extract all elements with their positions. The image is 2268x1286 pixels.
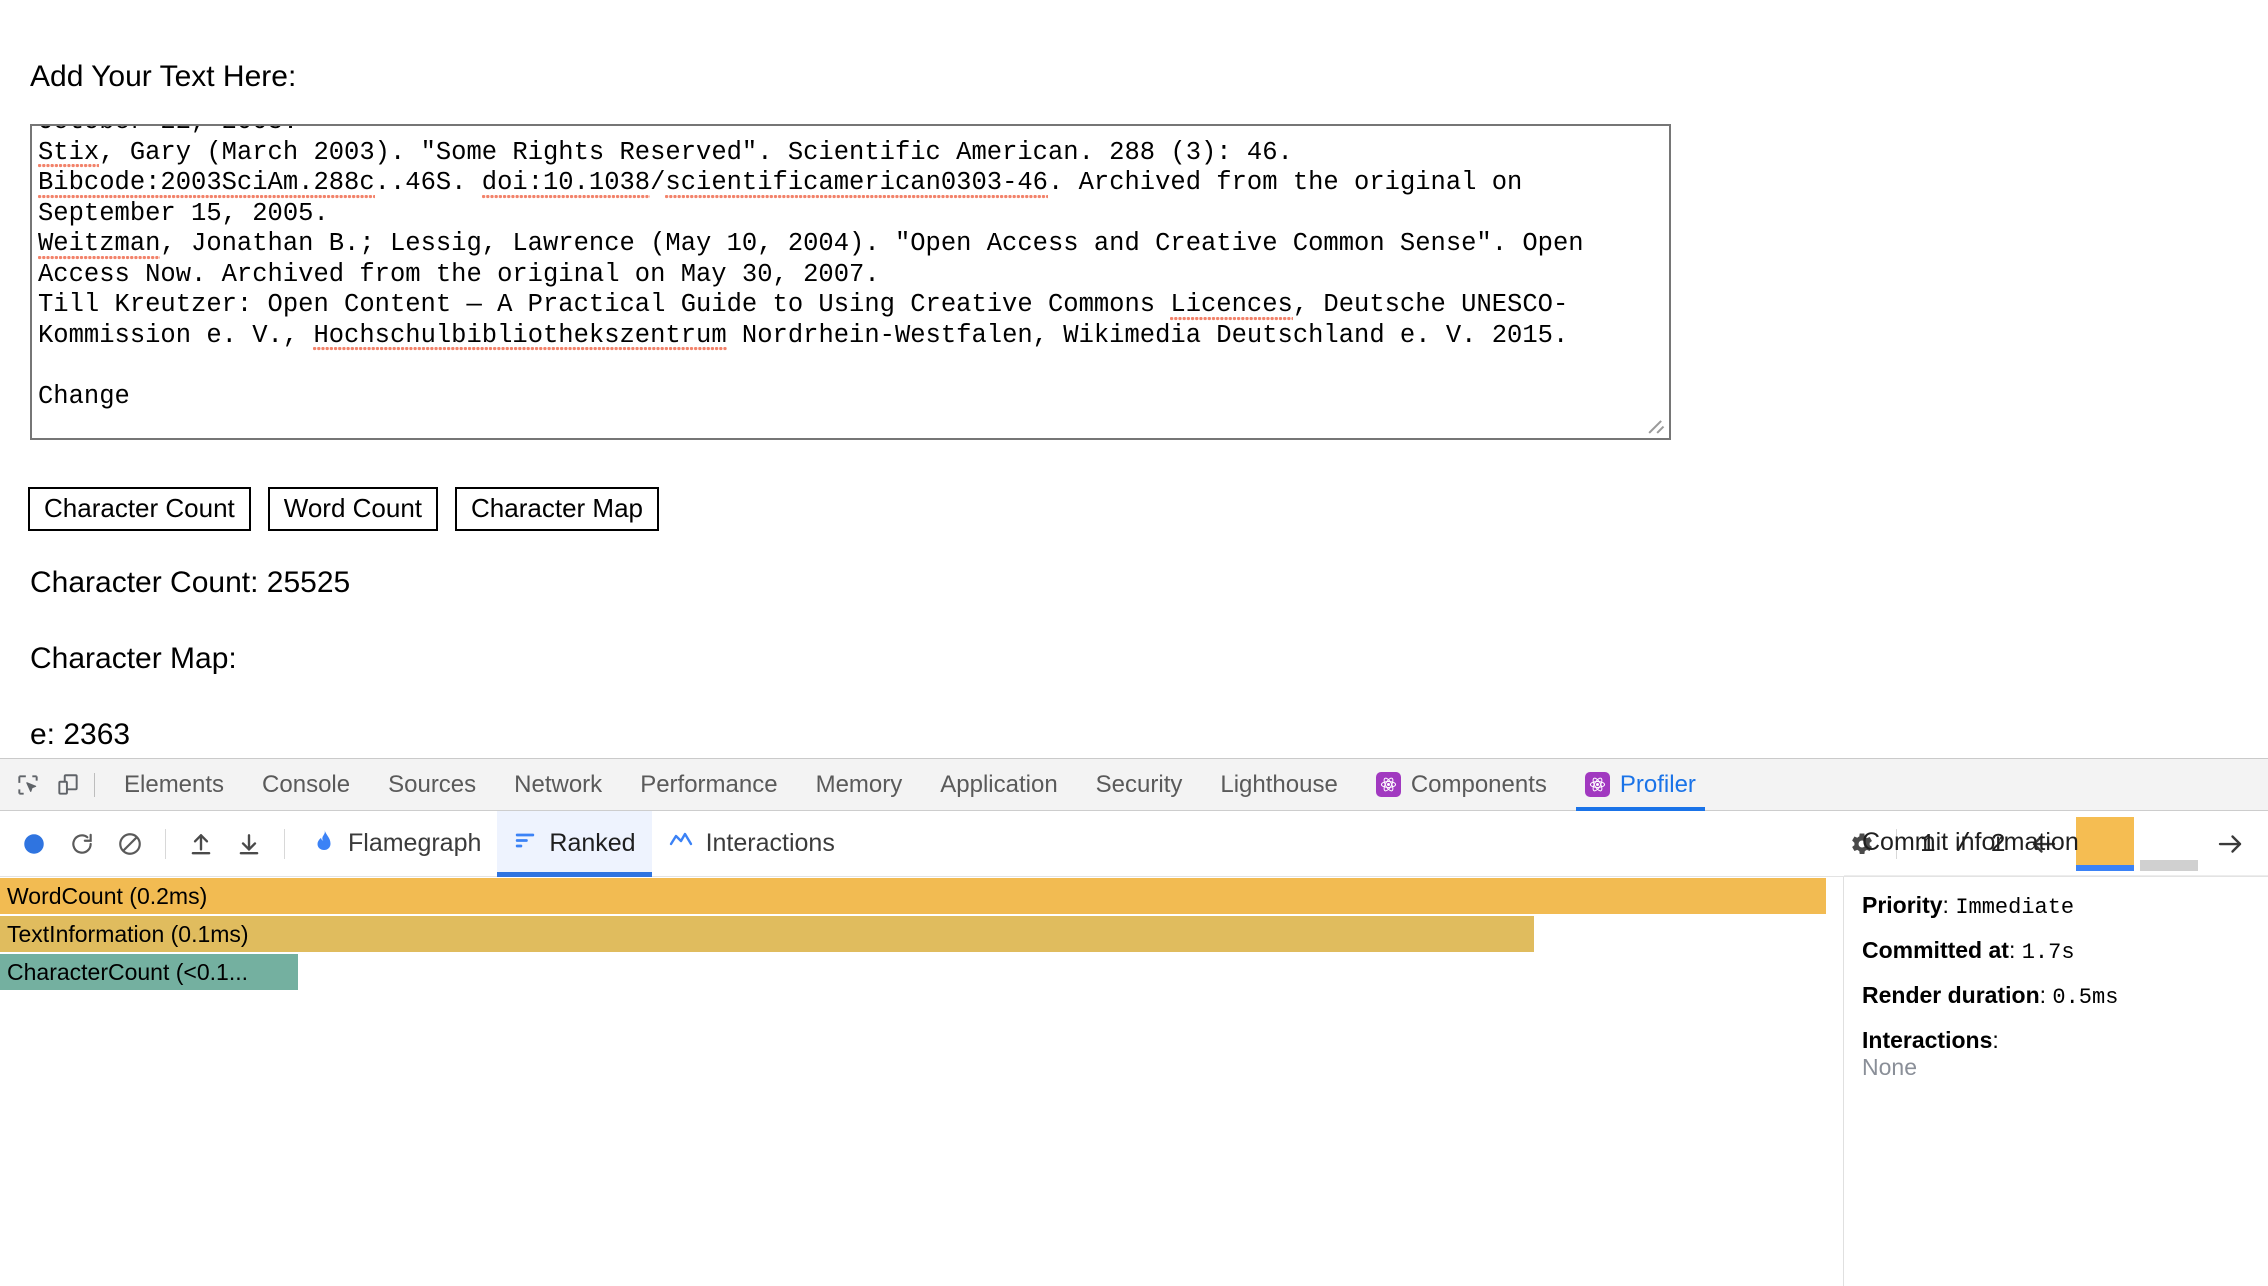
commit-info-interactions-label: Interactions [1862,1027,1993,1053]
commit-info-render-duration: Render duration: 0.5ms [1862,982,2119,1010]
commit-info-render-duration-value: 0.5ms [2052,985,2119,1010]
record-button[interactable] [10,820,58,868]
view-tab-label: Ranked [549,829,636,857]
view-tab-ranked[interactable]: Ranked [497,810,652,877]
textarea-resize-handle-icon[interactable] [1649,418,1667,436]
devtools-panel: Elements Console Sources Network Perform… [0,758,2268,1286]
interactions-line-icon [668,828,694,859]
commit-info-committed-at-value: 1.7s [2021,940,2075,965]
tab-label: Memory [815,770,903,798]
toolbar-divider [165,828,166,859]
tab-label: Application [940,770,1058,798]
toolbar-divider [94,772,95,797]
tab-elements[interactable]: Elements [105,759,243,811]
commit-info-interactions-value: None [1862,1054,1917,1080]
ranked-bars-icon [513,829,537,858]
react-logo-icon [1584,772,1610,797]
commit-info-committed-at: Committed at: 1.7s [1862,937,2075,965]
ranked-bar-label: TextInformation (0.1ms) [7,920,249,947]
react-logo-icon [1375,772,1401,797]
tab-console[interactable]: Console [243,759,369,811]
character-map-title: Character Map: [30,642,237,675]
tab-label: Performance [640,770,778,798]
reload-and-profile-button[interactable] [58,820,106,868]
inspect-element-icon[interactable] [8,765,48,805]
view-tab-label: Flamegraph [348,829,482,857]
profiler-body: WordCount (0.2ms) TextInformation (0.1ms… [0,828,2268,1286]
tab-label: Elements [124,770,225,798]
tab-label: Profiler [1619,770,1696,798]
ranked-bar-row[interactable]: WordCount (0.2ms) [0,878,1826,914]
tab-label: Lighthouse [1220,770,1338,798]
tab-label: Sources [388,770,477,798]
ranked-bar-row[interactable]: CharacterCount (<0.1... [0,954,298,990]
view-tab-label: Interactions [705,829,835,857]
word-count-button[interactable]: Word Count [267,487,439,531]
ranked-chart[interactable]: WordCount (0.2ms) TextInformation (0.1ms… [0,877,1843,1286]
web-page-content: Add Your Text Here: October 22, 2003. St… [0,0,2268,758]
tab-network[interactable]: Network [495,759,621,811]
devtools-tabbar: Elements Console Sources Network Perform… [0,759,2268,811]
ranked-bar-row[interactable]: TextInformation (0.1ms) [0,916,1534,952]
commit-information-list: Priority: Immediate Committed at: 1.7s R… [1844,876,2268,1081]
tab-label: Components [1410,770,1547,798]
textarea-content[interactable]: October 22, 2003. Stix, Gary (March 2003… [32,126,1669,415]
save-profile-icon[interactable] [225,820,273,868]
commit-info-priority: Priority: Immediate [1862,892,2075,920]
tab-memory[interactable]: Memory [797,759,922,811]
commit-info-priority-value: Immediate [1955,895,2075,920]
tab-label: Network [514,770,603,798]
tab-lighthouse[interactable]: Lighthouse [1201,759,1356,811]
text-input-textarea[interactable]: October 22, 2003. Stix, Gary (March 2003… [30,124,1671,440]
tab-performance[interactable]: Performance [621,759,796,811]
tab-application[interactable]: Application [921,759,1076,811]
tab-label: Security [1095,770,1183,798]
tab-label: Console [262,770,351,798]
ranked-bar-label: CharacterCount (<0.1... [7,958,248,985]
tab-sources[interactable]: Sources [369,759,495,811]
tab-security[interactable]: Security [1077,759,1202,811]
ranked-bar-label: WordCount (0.2ms) [7,882,208,909]
commit-information-panel: Commit information Priority: Immediate C… [1843,828,2268,1286]
commit-info-render-duration-label: Render duration [1862,982,2040,1008]
toolbar-divider [284,828,285,859]
character-map-button[interactable]: Character Map [455,487,659,531]
commit-info-interactions: Interactions: [1862,1027,1999,1053]
commit-information-title: Commit information [1844,810,2268,876]
character-map-entry: e: 2363 [30,718,131,751]
load-profile-icon[interactable] [177,820,225,868]
action-button-row: Character Count Word Count Character Map [28,487,659,531]
commit-info-priority-label: Priority [1862,892,1943,918]
page-title: Add Your Text Here: [30,60,297,93]
device-toolbar-icon[interactable] [48,765,88,805]
tab-components[interactable]: Components [1357,759,1566,811]
commit-info-committed-at-label: Committed at [1862,937,2009,963]
flame-icon [312,827,336,860]
character-count-result: Character Count: 25525 [30,566,351,599]
clear-profiling-data-button[interactable] [106,820,154,868]
view-tab-flamegraph[interactable]: Flamegraph [296,811,497,877]
tab-profiler[interactable]: Profiler [1566,759,1715,811]
view-tab-interactions[interactable]: Interactions [652,811,851,877]
character-count-button[interactable]: Character Count [28,487,251,531]
